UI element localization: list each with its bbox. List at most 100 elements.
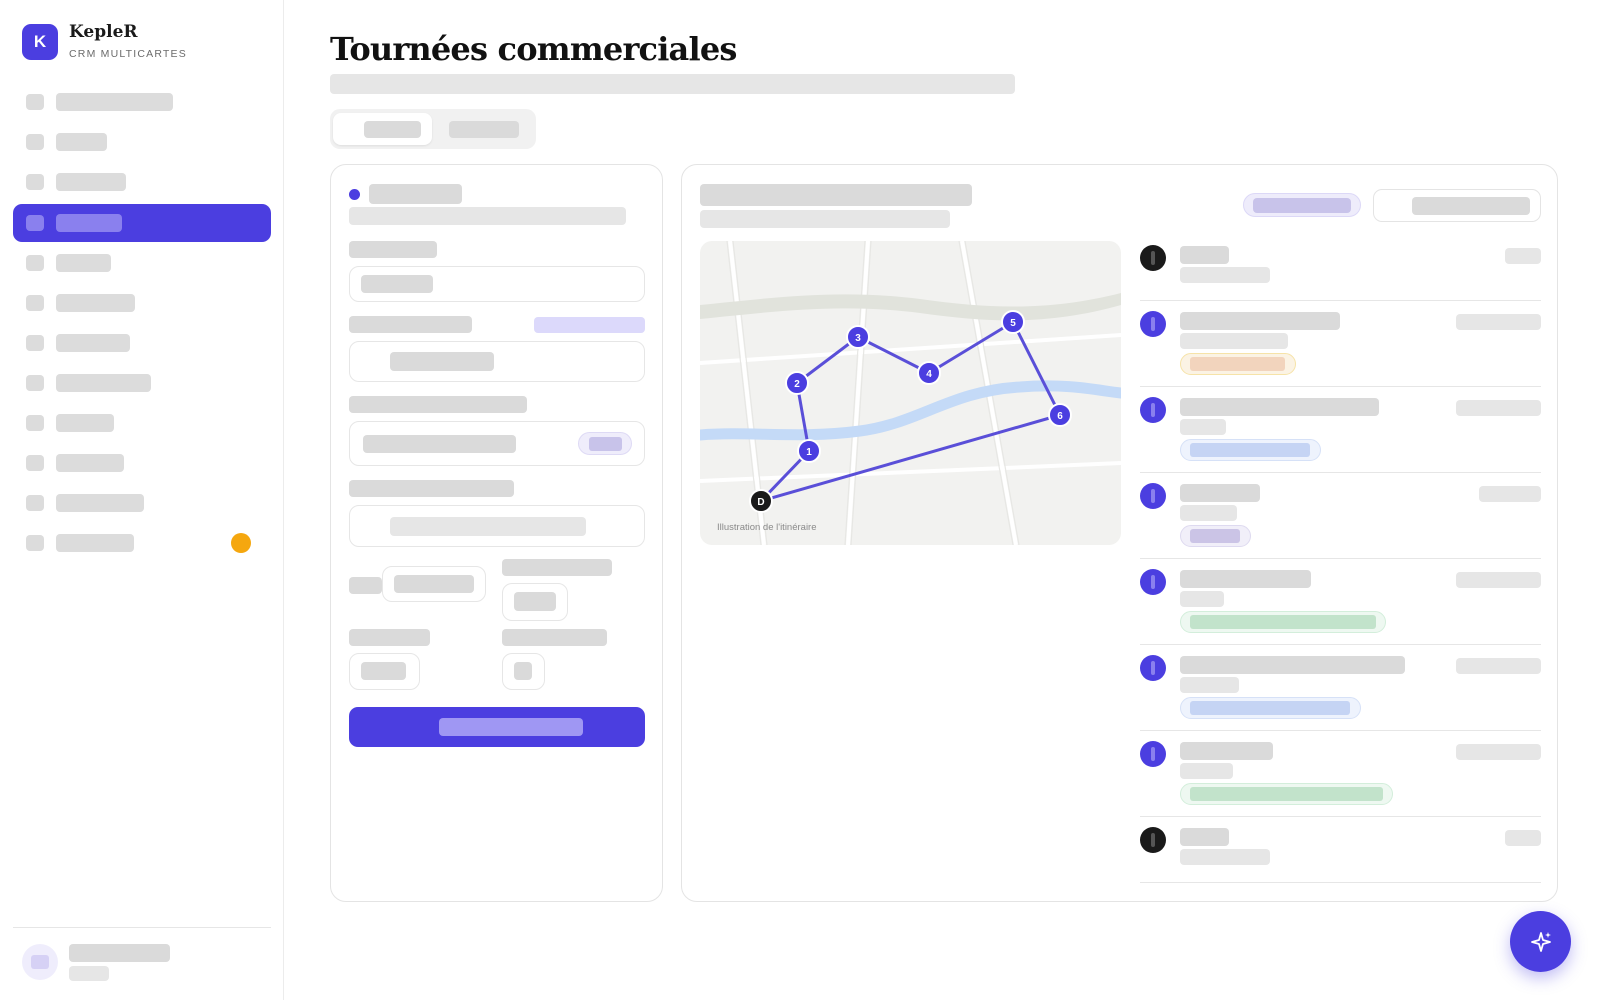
stop-icon: [1140, 397, 1166, 423]
route-title-placeholder: [700, 184, 972, 206]
stop-marker-6[interactable]: 6: [1048, 403, 1072, 427]
assistant-button[interactable]: [1510, 911, 1571, 972]
list-item[interactable]: [1140, 473, 1541, 559]
stop-marker-3[interactable]: 3: [846, 325, 870, 349]
tag-label-placeholder: [1190, 529, 1240, 543]
stop-icon: [1140, 655, 1166, 681]
stop-icon: [1140, 245, 1166, 271]
stop-name-placeholder: [1180, 246, 1229, 264]
map-illustration: D 1 2 3 4 5 6: [700, 241, 1121, 545]
sidebar-item-3[interactable]: [13, 163, 271, 201]
user-role-placeholder: [69, 966, 109, 981]
submit-button[interactable]: [349, 707, 645, 747]
route-map[interactable]: D 1 2 3 4 5 6 Illustration de l'itinérai…: [700, 241, 1121, 545]
nav-icon: [26, 94, 44, 110]
input-field-8[interactable]: [502, 653, 545, 690]
nav-icon: [26, 174, 44, 190]
stop-detail-placeholder: [1180, 333, 1288, 349]
input-field-7[interactable]: [349, 653, 420, 690]
brand-name: KepleR: [69, 22, 138, 42]
list-item[interactable]: [1140, 559, 1541, 645]
field-label-placeholder: [502, 629, 607, 646]
brand-subtitle: CRM MULTICARTES: [69, 48, 187, 60]
page-subtitle-placeholder: [330, 74, 1015, 94]
stop-marker-1[interactable]: 1: [797, 439, 821, 463]
stop-marker-2[interactable]: 2: [785, 371, 809, 395]
route-subtitle-placeholder: [700, 210, 950, 228]
map-park: [700, 293, 1121, 321]
list-item[interactable]: [1140, 387, 1541, 473]
tab-1[interactable]: [333, 113, 432, 145]
tag-label-placeholder: [1190, 615, 1376, 629]
route-card: D 1 2 3 4 5 6 Illustration de l'itinérai…: [681, 164, 1558, 902]
stop-icon: [1140, 569, 1166, 595]
stop-marker-label: 2: [794, 379, 800, 390]
input-field-5[interactable]: [382, 566, 486, 602]
nav-icon: [26, 255, 44, 271]
stop-name-placeholder: [1180, 484, 1260, 502]
stop-name-placeholder: [1180, 742, 1273, 760]
start-marker-label: D: [757, 497, 764, 508]
sidebar-item-5[interactable]: [13, 244, 271, 282]
sidebar-item-6[interactable]: [13, 284, 271, 322]
list-item[interactable]: [1140, 301, 1541, 387]
stop-name-placeholder: [1180, 398, 1379, 416]
stop-marker-5[interactable]: 5: [1001, 310, 1025, 334]
status-dot: [349, 189, 360, 200]
sidebar-item-9[interactable]: [13, 404, 271, 442]
button-label-placeholder: [439, 718, 583, 736]
nav-label-placeholder: [56, 454, 124, 472]
nav-label-placeholder: [56, 534, 134, 552]
stop-detail-placeholder: [1180, 505, 1237, 521]
route-action-button[interactable]: [1373, 189, 1541, 222]
sidebar-item-12[interactable]: [13, 524, 271, 562]
field-label-placeholder: [349, 577, 382, 594]
logo-letter: K: [33, 32, 47, 51]
badge-label-placeholder: [1253, 198, 1351, 213]
user-name-placeholder: [69, 944, 170, 962]
list-item[interactable]: [1140, 645, 1541, 731]
sidebar-item-10[interactable]: [13, 444, 271, 482]
field-chip[interactable]: [578, 432, 632, 455]
stop-time-placeholder: [1456, 572, 1541, 588]
avatar[interactable]: [22, 944, 58, 980]
input-field-6[interactable]: [502, 583, 568, 621]
field-label-placeholder: [349, 629, 430, 646]
input-value-placeholder: [361, 275, 433, 293]
sidebar-item-11[interactable]: [13, 484, 271, 522]
sidebar-item-2[interactable]: [13, 123, 271, 161]
nav-label-placeholder: [56, 334, 130, 352]
stop-detail-placeholder: [1180, 763, 1233, 779]
sidebar-item-1[interactable]: [13, 83, 271, 121]
stop-detail-placeholder: [1180, 591, 1224, 607]
sidebar-item-7[interactable]: [13, 324, 271, 362]
stop-marker-4[interactable]: 4: [917, 361, 941, 385]
start-marker[interactable]: D: [749, 489, 773, 513]
input-field-3[interactable]: [349, 421, 645, 466]
sidebar-item-active[interactable]: [13, 204, 271, 242]
input-value-placeholder: [390, 352, 494, 371]
input-field-1[interactable]: [349, 266, 645, 302]
stop-marker-label: 4: [926, 369, 932, 380]
logo: K: [22, 24, 58, 60]
input-field-2[interactable]: [349, 341, 645, 382]
field-helper-link[interactable]: [534, 317, 645, 333]
page-title: Tournées commerciales: [330, 30, 737, 68]
stop-name-placeholder: [1180, 828, 1229, 846]
input-value-placeholder: [514, 592, 556, 611]
input-field-4[interactable]: [349, 505, 645, 547]
chip-label-placeholder: [589, 437, 622, 451]
sidebar-item-8[interactable]: [13, 364, 271, 402]
nav-icon: [26, 495, 44, 511]
list-item[interactable]: [1140, 817, 1541, 883]
sparkle-icon: [1530, 931, 1551, 952]
field-label-placeholder: [349, 241, 437, 258]
notification-badge: [231, 533, 251, 553]
nav-label-placeholder: [56, 414, 114, 432]
field-label-placeholder: [502, 559, 612, 576]
list-item[interactable]: [1140, 235, 1541, 301]
stop-icon: [1140, 741, 1166, 767]
field-label-placeholder: [349, 480, 514, 497]
tab-2[interactable]: [434, 113, 533, 145]
list-item[interactable]: [1140, 731, 1541, 817]
